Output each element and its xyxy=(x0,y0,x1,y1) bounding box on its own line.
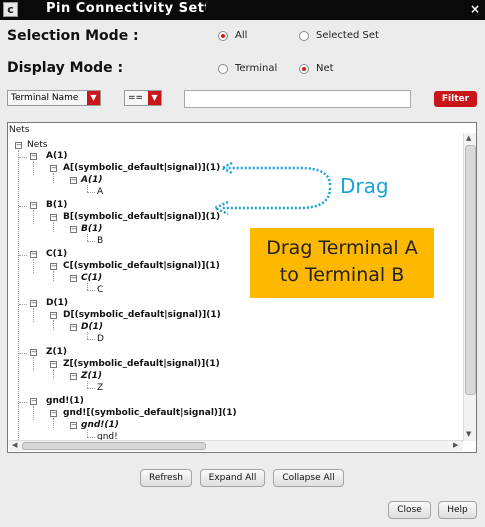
expand-all-button[interactable]: Expand All xyxy=(200,469,265,487)
callout-line-1: Drag Terminal A xyxy=(266,237,418,259)
drag-arrow-upper-head xyxy=(219,161,233,175)
refresh-button[interactable]: Refresh xyxy=(140,469,192,487)
callout-line-2: to Terminal B xyxy=(279,264,405,286)
help-button[interactable]: Help xyxy=(438,501,477,519)
drag-arrow-upper xyxy=(226,166,332,186)
drag-arrow-lower xyxy=(222,187,332,210)
drag-arrow-lower-head xyxy=(212,200,229,216)
instruction-callout: Drag Terminal A to Terminal B xyxy=(250,228,434,298)
drag-annotation-label: Drag xyxy=(340,174,389,198)
close-button[interactable]: Close xyxy=(388,501,431,519)
collapse-all-button[interactable]: Collapse All xyxy=(273,469,344,487)
